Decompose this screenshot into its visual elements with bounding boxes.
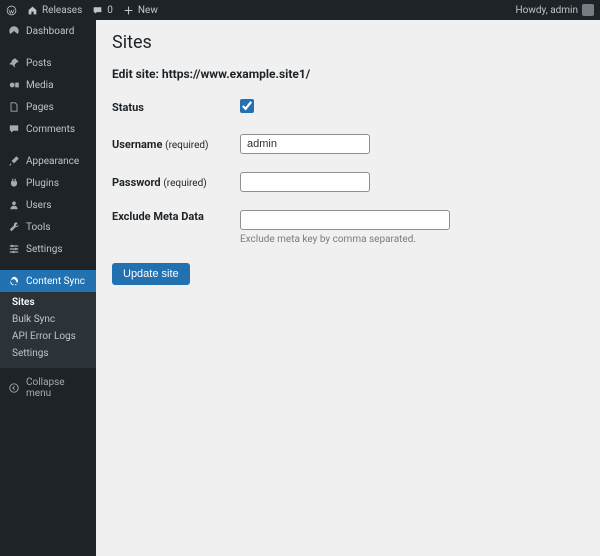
plug-icon [8, 177, 20, 189]
sidebar-item-label: Users [26, 200, 52, 211]
exclude-label: Exclude Meta Data [112, 210, 240, 223]
sidebar-item-label: Pages [26, 102, 54, 113]
sync-icon [8, 275, 20, 287]
update-site-button[interactable]: Update site [112, 263, 190, 285]
comments-count: 0 [107, 5, 113, 16]
pages-icon [8, 101, 20, 113]
sidebar-item-settings[interactable]: Settings [0, 238, 96, 260]
submenu: Sites Bulk Sync API Error Logs Settings [0, 292, 96, 368]
comments-link[interactable]: 0 [92, 5, 113, 16]
sidebar-item-appearance[interactable]: Appearance [0, 150, 96, 172]
releases-link[interactable]: Releases [27, 5, 82, 16]
row-username: Username (required) [112, 134, 584, 154]
wrench-icon [8, 221, 20, 233]
username-input[interactable] [240, 134, 370, 154]
main-content: Sites Edit site: https://www.example.sit… [96, 20, 600, 556]
dashboard-icon [8, 25, 20, 37]
submenu-item-api-error-logs[interactable]: API Error Logs [0, 328, 96, 345]
collapse-icon [8, 382, 20, 394]
submenu-item-label: API Error Logs [12, 331, 76, 342]
home-icon [27, 5, 38, 16]
user-icon [8, 199, 20, 211]
sidebar-item-content-sync[interactable]: Content Sync [0, 270, 96, 292]
sidebar-item-label: Appearance [26, 156, 79, 167]
sidebar-item-label: Comments [26, 124, 75, 135]
sidebar-item-label: Posts [26, 58, 52, 69]
username-label: Username [112, 138, 162, 151]
row-password: Password (required) [112, 172, 584, 192]
new-link[interactable]: New [123, 5, 158, 16]
media-icon [8, 79, 20, 91]
plus-icon [123, 5, 134, 16]
pin-icon [8, 57, 20, 69]
sidebar-item-tools[interactable]: Tools [0, 216, 96, 238]
sidebar-item-pages[interactable]: Pages [0, 96, 96, 118]
status-checkbox[interactable] [240, 99, 254, 113]
howdy-text: Howdy, admin [516, 5, 578, 16]
sliders-icon [8, 243, 20, 255]
status-label: Status [112, 101, 240, 114]
sidebar-item-dashboard[interactable]: Dashboard [0, 20, 96, 42]
sidebar-item-label: Dashboard [26, 26, 74, 37]
submenu-item-sites[interactable]: Sites [0, 294, 96, 311]
exclude-input[interactable] [240, 210, 450, 230]
exclude-help: Exclude meta key by comma separated. [240, 234, 450, 245]
password-required: (required) [163, 178, 206, 189]
sidebar-item-label: Tools [26, 222, 50, 233]
row-exclude: Exclude Meta Data Exclude meta key by co… [112, 210, 584, 245]
submenu-item-label: Settings [12, 348, 49, 359]
admin-topbar: Releases 0 New Howdy, admin [0, 0, 600, 20]
sidebar-item-comments[interactable]: Comments [0, 118, 96, 140]
account-link[interactable]: Howdy, admin [516, 4, 594, 16]
wordpress-icon [6, 5, 17, 16]
edit-site-heading: Edit site: https://www.example.site1/ [112, 67, 584, 81]
username-required: (required) [165, 140, 208, 151]
comment-icon [92, 5, 103, 16]
sidebar-item-label: Plugins [26, 178, 59, 189]
submenu-item-label: Bulk Sync [12, 314, 55, 325]
sidebar-item-posts[interactable]: Posts [0, 52, 96, 74]
comment-icon [8, 123, 20, 135]
submenu-item-bulk-sync[interactable]: Bulk Sync [0, 311, 96, 328]
wordpress-logo[interactable] [6, 5, 17, 16]
admin-sidebar: Dashboard Posts Media Pages Comments App… [0, 20, 96, 556]
sidebar-item-label: Media [26, 80, 54, 91]
avatar [582, 4, 594, 16]
sidebar-item-label: Settings [26, 244, 63, 255]
submenu-item-settings[interactable]: Settings [0, 345, 96, 362]
submenu-item-label: Sites [12, 297, 35, 308]
row-status: Status [112, 99, 584, 116]
sidebar-item-users[interactable]: Users [0, 194, 96, 216]
password-input[interactable] [240, 172, 370, 192]
sidebar-item-plugins[interactable]: Plugins [0, 172, 96, 194]
sidebar-item-label: Content Sync [26, 276, 85, 287]
page-title: Sites [112, 32, 584, 53]
sidebar-item-media[interactable]: Media [0, 74, 96, 96]
brush-icon [8, 155, 20, 167]
collapse-label: Collapse menu [26, 377, 88, 399]
collapse-menu[interactable]: Collapse menu [0, 372, 96, 404]
new-label: New [138, 5, 158, 16]
password-label: Password [112, 176, 161, 189]
releases-label: Releases [42, 5, 82, 16]
